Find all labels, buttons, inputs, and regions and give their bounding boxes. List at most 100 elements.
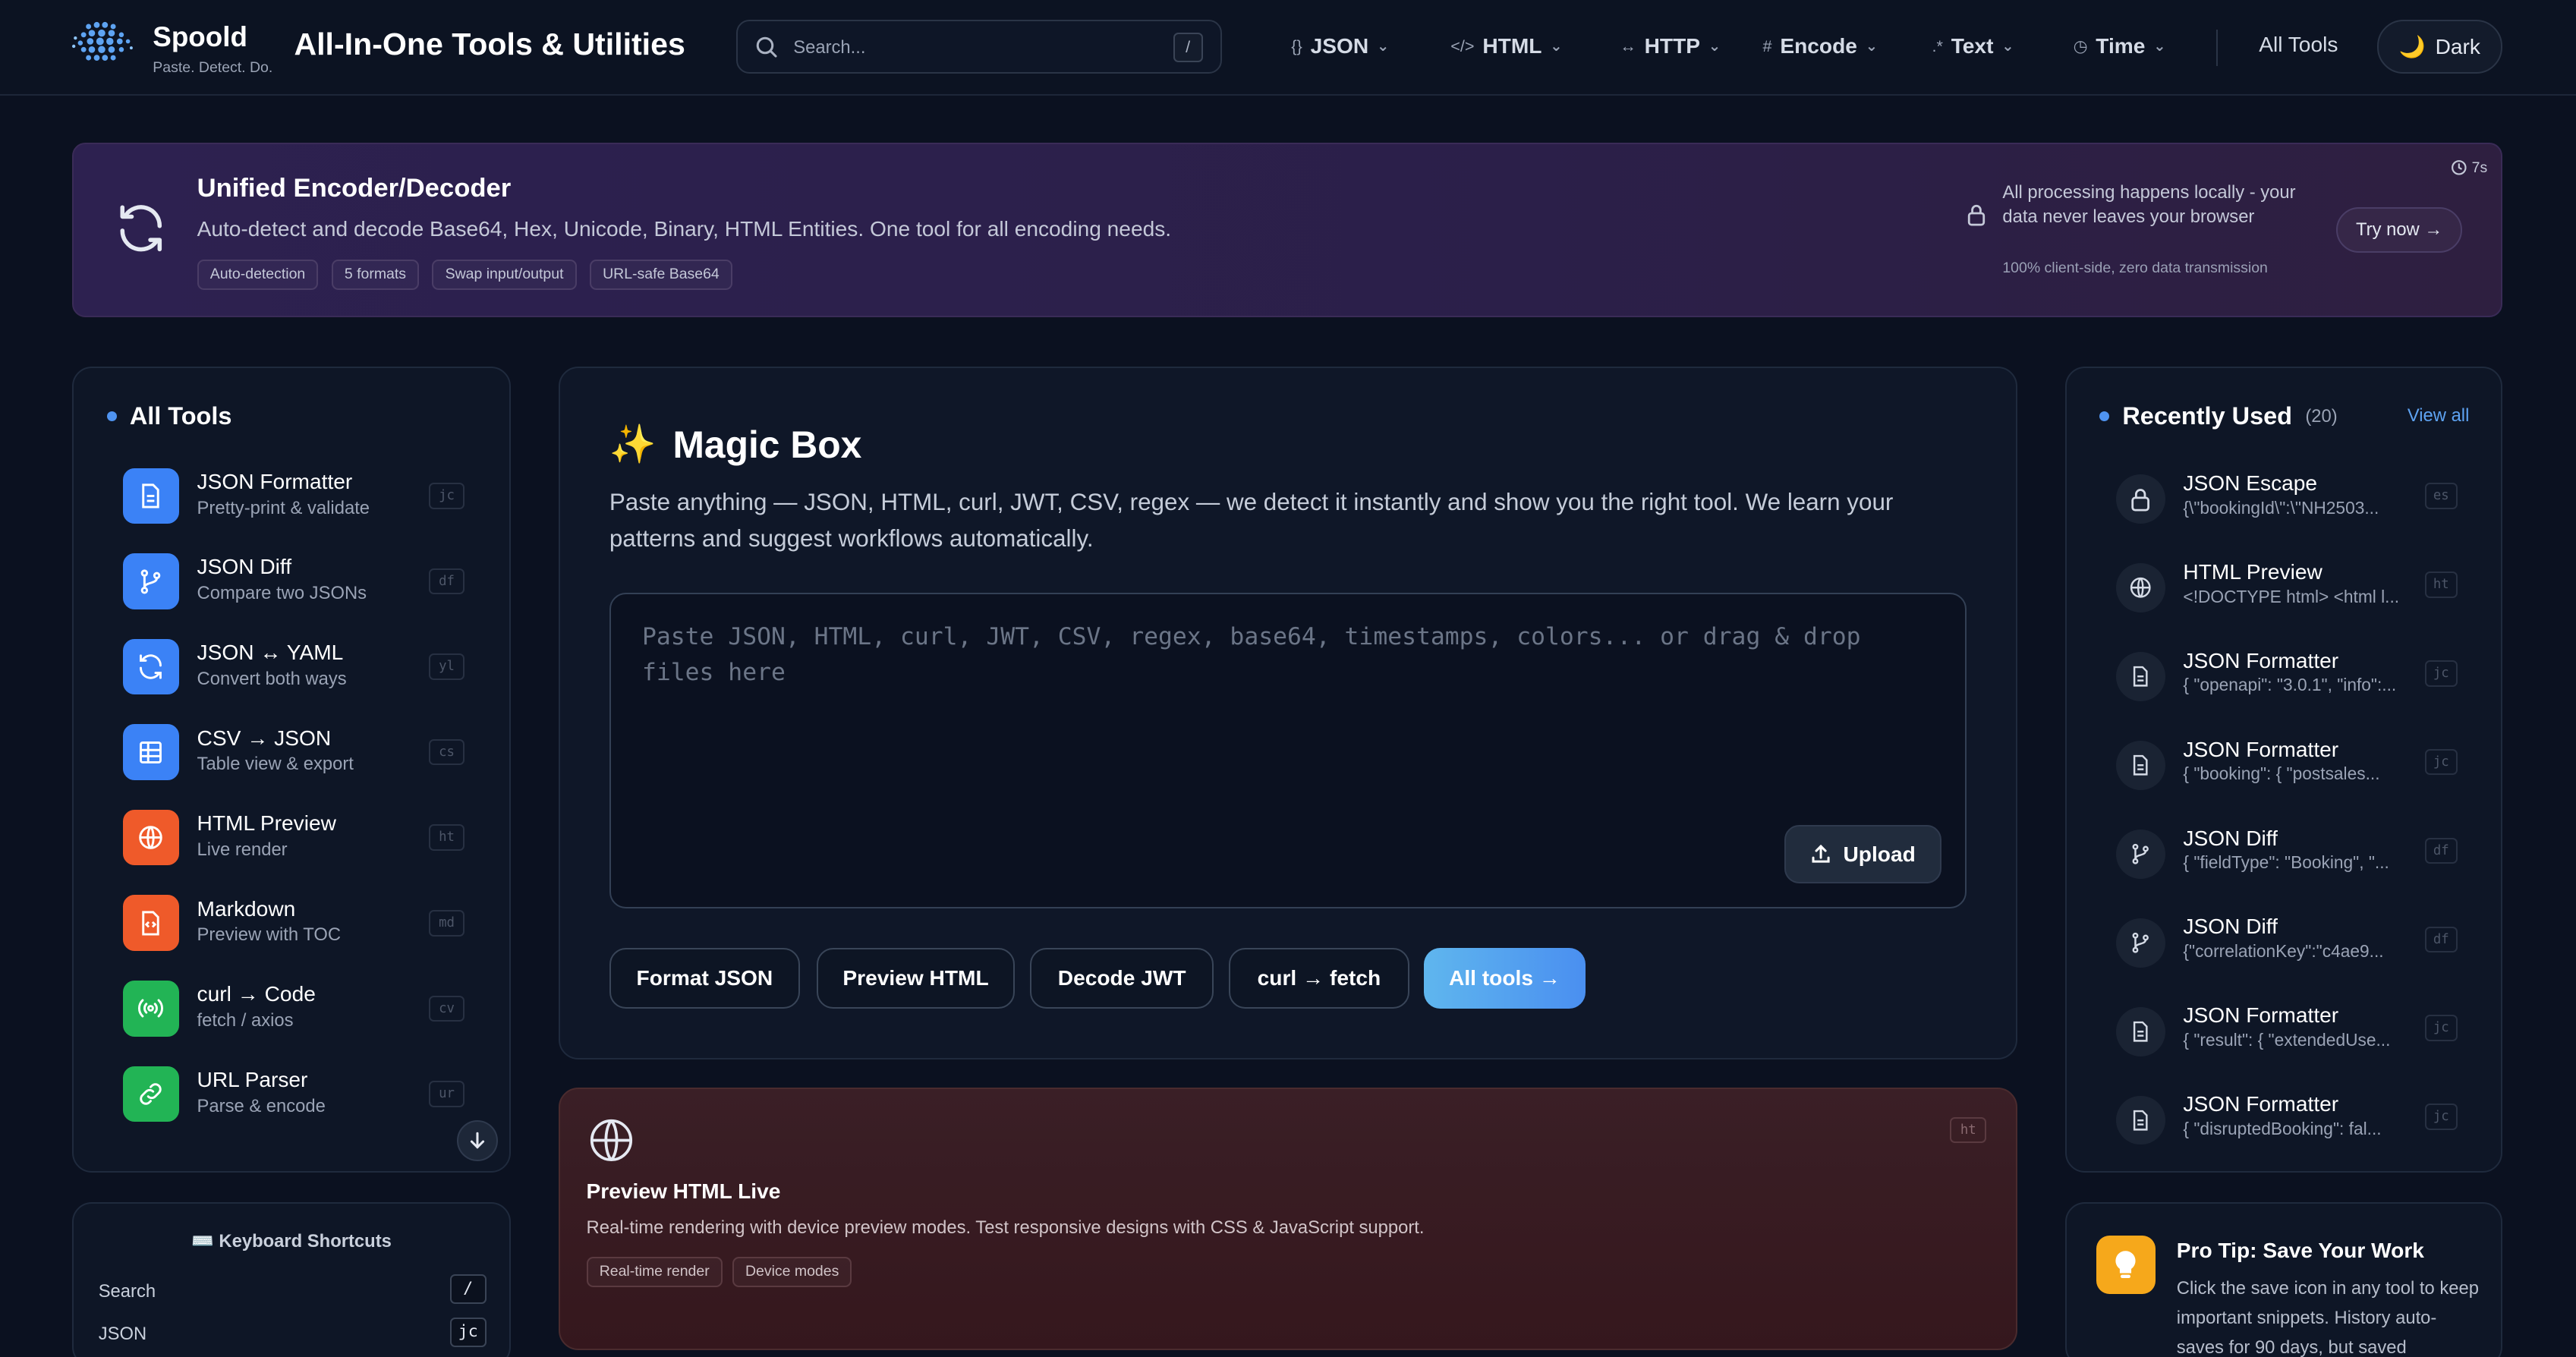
try-now-button[interactable]: Try now → <box>2335 206 2463 253</box>
nav-json-menu[interactable]: {} JSON ⌄ <box>1291 30 1389 62</box>
view-all-link[interactable]: View all <box>2408 405 2470 427</box>
magic-box-title: ✨ Magic Box <box>609 422 862 467</box>
nav-encode-menu[interactable]: # Encode ⌄ <box>1763 30 1878 62</box>
shortcut-label: JSON <box>98 1324 147 1345</box>
nav-label: HTTP <box>1644 33 1701 58</box>
all-tools-button[interactable]: All tools → <box>1424 947 1586 1009</box>
pro-tip-title: Pro Tip: Save Your Work <box>2176 1238 2424 1262</box>
keyboard-shortcuts-panel: ⌨️ Keyboard Shortcuts Search / JSON jc <box>72 1202 512 1357</box>
recent-tool-name: JSON Escape <box>2183 471 2318 496</box>
branch-icon <box>2115 918 2165 968</box>
theme-toggle-button[interactable]: 🌙 Dark <box>2377 19 2502 74</box>
refresh-icon <box>120 205 162 252</box>
tool-subtitle: Parse & encode <box>197 1095 326 1116</box>
shortcut-row: JSON jc <box>98 1317 487 1347</box>
tool-subtitle: Compare two JSONs <box>197 583 367 604</box>
arrow-down-icon <box>470 1132 484 1149</box>
sparkles-icon: ✨ <box>609 423 657 466</box>
all-tools-heading: All Tools <box>106 402 231 430</box>
tool-item-json-diff[interactable]: JSON Diff Compare two JSONs df <box>123 549 465 615</box>
recent-snippet: <!DOCTYPE html> <html l... <box>2183 586 2400 606</box>
recent-item[interactable]: JSON Formatter { "openapi": "3.0.1", "in… <box>2115 647 2458 713</box>
recent-item[interactable]: JSON Diff { "fieldType": "Booking", "...… <box>2115 824 2458 890</box>
preview-html-button[interactable]: Preview HTML <box>816 947 1016 1009</box>
recent-item[interactable]: HTML Preview <!DOCTYPE html> <html l... … <box>2115 559 2458 625</box>
recent-item[interactable]: JSON Formatter { "booking": { "postsales… <box>2115 736 2458 802</box>
tool-item-json-formatter[interactable]: JSON Formatter Pretty-print & validate j… <box>123 463 465 529</box>
tool-item-markdown[interactable]: Markdown Preview with TOC md <box>123 890 465 956</box>
code-file-icon <box>123 895 179 952</box>
tool-subtitle: Preview with TOC <box>197 924 342 946</box>
nav-label: HTML <box>1482 33 1542 58</box>
tool-shortcut: ur <box>428 1081 465 1107</box>
link-icon <box>123 1066 179 1122</box>
recent-snippet: { "openapi": "3.0.1", "info":... <box>2183 675 2397 695</box>
upload-button[interactable]: Upload <box>1784 824 1942 884</box>
nav-text-menu[interactable]: .* Text ⌄ <box>1932 30 2014 62</box>
recent-shortcut: jc <box>2424 1104 2458 1130</box>
regex-icon: .* <box>1932 36 1943 55</box>
recent-snippet: { "booking": { "postsales... <box>2183 764 2380 784</box>
recent-item[interactable]: JSON Formatter { "result": { "extendedUs… <box>2115 1002 2458 1068</box>
tool-item-html-preview[interactable]: HTML Preview Live render ht <box>123 804 465 871</box>
tool-name: CSV → JSON <box>197 726 332 750</box>
recent-tool-name: HTML Preview <box>2183 559 2322 584</box>
paste-input[interactable] <box>641 619 1940 800</box>
brand-name[interactable]: Spoold <box>153 21 247 53</box>
search-input[interactable] <box>793 30 1155 65</box>
top-header: Spoold Paste. Detect. Do. All-In-One Too… <box>0 0 2576 96</box>
card-shortcut: ht <box>1950 1116 1987 1144</box>
tool-item-curl-code[interactable]: curl → Code fetch / axios cv <box>123 976 465 1042</box>
tool-subtitle: Live render <box>197 839 288 860</box>
tool-item-url-parser[interactable]: URL Parser Parse & encode ur <box>123 1061 465 1127</box>
recent-shortcut: df <box>2424 837 2458 864</box>
card-title: Preview HTML Live <box>586 1179 781 1203</box>
tool-item-csv-json[interactable]: CSV → JSON Table view & export cs <box>123 719 465 786</box>
nav-label: Encode <box>1780 33 1857 58</box>
brand-tagline: Paste. Detect. Do. <box>153 58 273 76</box>
decode-jwt-button[interactable]: Decode JWT <box>1029 947 1214 1009</box>
curl-fetch-button[interactable]: curl → fetch <box>1228 947 1409 1009</box>
tool-item-json-yaml[interactable]: JSON ↔ YAML Convert both ways yl <box>123 634 465 700</box>
tool-name: curl → Code <box>197 982 316 1006</box>
refresh-icon <box>123 638 179 695</box>
timer-value: 7s <box>2471 159 2488 176</box>
globe-icon <box>123 809 179 866</box>
tool-name: HTML Preview <box>197 811 336 836</box>
globe-icon <box>590 1119 632 1161</box>
chevron-down-icon: ⌄ <box>1550 37 1563 55</box>
recent-shortcut: jc <box>2424 748 2458 776</box>
clock-icon <box>2451 160 2467 175</box>
nav-time-menu[interactable]: ◷ Time ⌄ <box>2074 30 2166 62</box>
document-icon <box>123 468 179 524</box>
banner-timer: 7s <box>2451 159 2488 177</box>
magic-box-title-text: Magic Box <box>672 423 862 466</box>
braces-icon: {} <box>1291 36 1302 55</box>
banner-description: Auto-detect and decode Base64, Hex, Unic… <box>197 216 1172 241</box>
tool-shortcut: ht <box>428 824 465 852</box>
preview-html-card[interactable]: ht Preview HTML Live Real-time rendering… <box>558 1087 2017 1351</box>
recent-item[interactable]: JSON Diff {"correlationKey":"c4ae9... df <box>2115 913 2458 979</box>
recent-shortcut: df <box>2424 926 2458 953</box>
all-tools-link[interactable]: All Tools <box>2259 33 2338 57</box>
tool-shortcut: yl <box>428 653 465 680</box>
nav-http-menu[interactable]: ↔ HTTP ⌄ <box>1620 30 1721 62</box>
spoold-logo-icon[interactable] <box>72 17 134 66</box>
shortcuts-title: ⌨️ Keyboard Shortcuts <box>191 1231 392 1252</box>
recent-count: (20) <box>2305 405 2338 427</box>
status-dot <box>2099 411 2110 422</box>
nav-label: Text <box>1951 33 1994 58</box>
recent-snippet: { "fieldType": "Booking", "... <box>2183 852 2389 873</box>
paste-dropzone[interactable]: Upload <box>609 593 1967 908</box>
search-box[interactable]: / <box>735 19 1223 74</box>
shortcut-key: jc <box>449 1317 487 1347</box>
banner-tag: URL-safe Base64 <box>589 259 732 290</box>
recent-item[interactable]: JSON Formatter { "disruptedBooking": fal… <box>2115 1091 2458 1157</box>
scroll-down-button[interactable] <box>456 1120 498 1162</box>
format-json-button[interactable]: Format JSON <box>609 947 800 1009</box>
nav-html-menu[interactable]: </> HTML ⌄ <box>1450 30 1562 62</box>
recent-tool-name: JSON Formatter <box>2183 648 2339 672</box>
shortcut-label: Search <box>98 1281 156 1302</box>
recent-item[interactable]: JSON Escape {\"bookingId\":\"NH2503... e… <box>2115 470 2458 536</box>
heading-label: Recently Used <box>2122 402 2292 430</box>
